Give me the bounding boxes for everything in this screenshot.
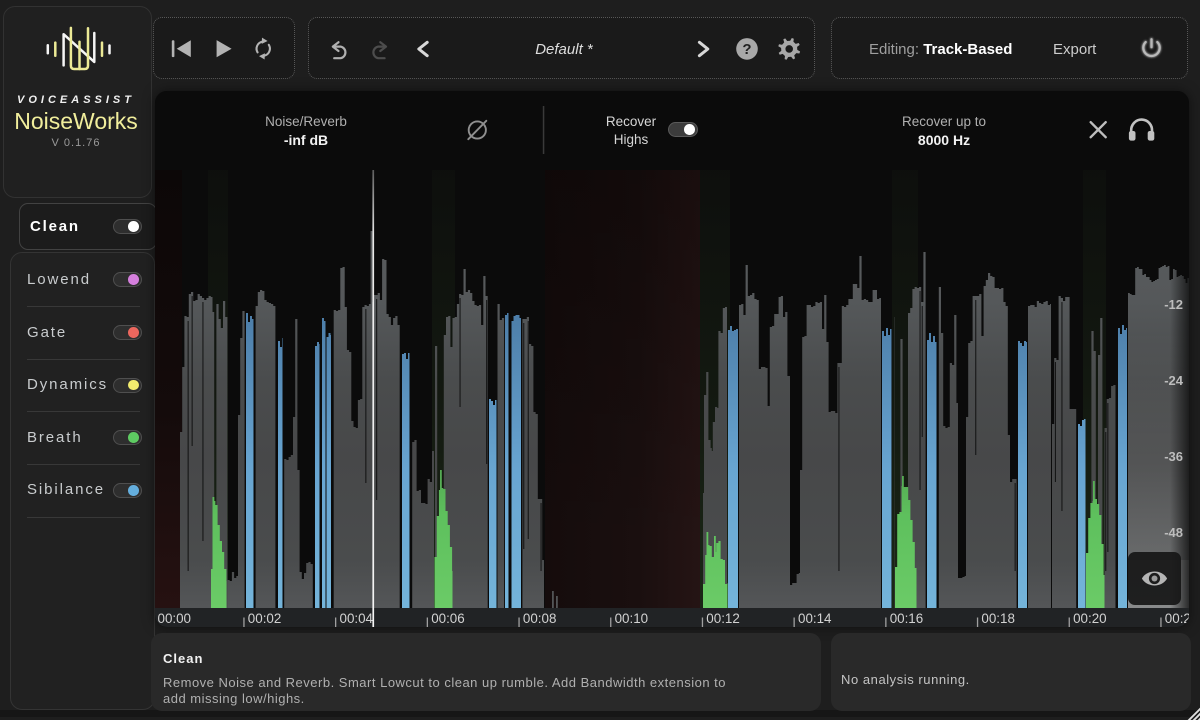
- svg-text:?: ?: [742, 41, 751, 58]
